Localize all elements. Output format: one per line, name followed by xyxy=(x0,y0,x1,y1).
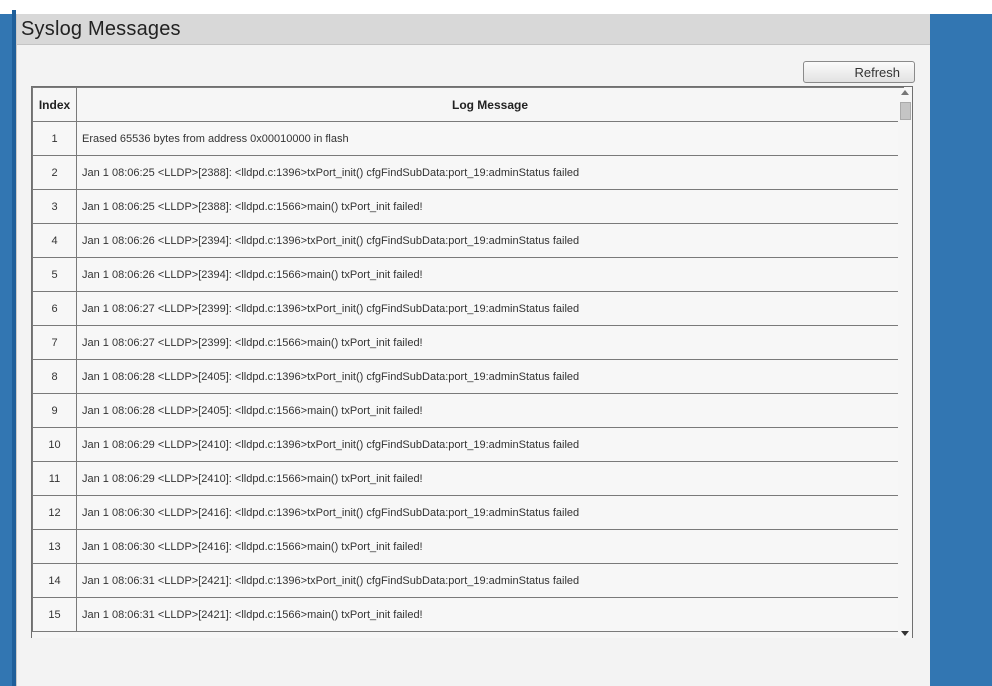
table-scrollbar[interactable] xyxy=(898,88,912,638)
row-message: Jan 1 08:06:31 <LLDP>[2421]: <lldpd.c:13… xyxy=(76,563,904,598)
table-row: 14 Jan 1 08:06:31 <LLDP>[2421]: <lldpd.c:… xyxy=(32,563,904,598)
row-message: Jan 1 08:06:30 <LLDP>[2416]: <lldpd.c:15… xyxy=(76,529,904,564)
row-message: Jan 1 08:06:27 <LLDP>[2399]: <lldpd.c:15… xyxy=(76,325,904,360)
row-index: 2 xyxy=(32,155,77,190)
syslog-panel: Syslog Messages Refresh Index Log Messag… xyxy=(16,14,930,686)
table-row: 7 Jan 1 08:06:27 <LLDP>[2399]: <lldpd.c:1… xyxy=(32,325,904,360)
row-index: 8 xyxy=(32,359,77,394)
row-index: 5 xyxy=(32,257,77,292)
column-header-log-message: Log Message xyxy=(76,87,904,122)
table-header-row: Index Log Message xyxy=(32,87,904,122)
row-index: 7 xyxy=(32,325,77,360)
row-message: Jan 1 08:06:28 <LLDP>[2405]: <lldpd.c:13… xyxy=(76,359,904,394)
row-message: Jan 1 08:06:31 <LLDP>[2421]: <lldpd.c:15… xyxy=(76,597,904,632)
syslog-table: Index Log Message 1 Erased 65536 bytes fr… xyxy=(32,87,904,632)
scroll-thumb[interactable] xyxy=(900,102,911,120)
page-title: Syslog Messages xyxy=(21,17,181,40)
table-row: 4 Jan 1 08:06:26 <LLDP>[2394]: <lldpd.c:1… xyxy=(32,223,904,258)
refresh-button[interactable]: Refresh xyxy=(803,61,915,83)
table-row: 9 Jan 1 08:06:28 <LLDP>[2405]: <lldpd.c:1… xyxy=(32,393,904,428)
table-row: 2 Jan 1 08:06:25 <LLDP>[2388]: <lldpd.c:1… xyxy=(32,155,904,190)
row-message: Jan 1 08:06:29 <LLDP>[2410]: <lldpd.c:13… xyxy=(76,427,904,462)
row-index: 11 xyxy=(32,461,77,496)
row-message: Jan 1 08:06:30 <LLDP>[2416]: <lldpd.c:13… xyxy=(76,495,904,530)
syslog-table-container: Index Log Message 1 Erased 65536 bytes fr… xyxy=(31,86,913,640)
table-row: 15 Jan 1 08:06:31 <LLDP>[2421]: <lldpd.c:… xyxy=(32,597,904,632)
row-index: 14 xyxy=(32,563,77,598)
row-index: 1 xyxy=(32,121,77,156)
table-row: 5 Jan 1 08:06:26 <LLDP>[2394]: <lldpd.c:1… xyxy=(32,257,904,292)
row-message: Jan 1 08:06:29 <LLDP>[2410]: <lldpd.c:15… xyxy=(76,461,904,496)
table-row: 3 Jan 1 08:06:25 <LLDP>[2388]: <lldpd.c:1… xyxy=(32,189,904,224)
row-index: 12 xyxy=(32,495,77,530)
row-index: 10 xyxy=(32,427,77,462)
row-message: Jan 1 08:06:27 <LLDP>[2399]: <lldpd.c:13… xyxy=(76,291,904,326)
table-row: 10 Jan 1 08:06:29 <LLDP>[2410]: <lldpd.c:… xyxy=(32,427,904,462)
row-index: 4 xyxy=(32,223,77,258)
row-index: 6 xyxy=(32,291,77,326)
table-row: 6 Jan 1 08:06:27 <LLDP>[2399]: <lldpd.c:1… xyxy=(32,291,904,326)
table-row: 1 Erased 65536 bytes from address 0x00010… xyxy=(32,121,904,156)
panel-footer-area xyxy=(17,638,930,686)
row-message: Jan 1 08:06:26 <LLDP>[2394]: <lldpd.c:13… xyxy=(76,223,904,258)
row-index: 3 xyxy=(32,189,77,224)
scroll-up-arrow-icon[interactable] xyxy=(901,90,909,95)
column-header-index: Index xyxy=(32,87,77,122)
row-message: Jan 1 08:06:25 <LLDP>[2388]: <lldpd.c:13… xyxy=(76,155,904,190)
row-index: 15 xyxy=(32,597,77,632)
row-message: Jan 1 08:06:25 <LLDP>[2388]: <lldpd.c:15… xyxy=(76,189,904,224)
table-row: 12 Jan 1 08:06:30 <LLDP>[2416]: <lldpd.c:… xyxy=(32,495,904,530)
table-row: 11 Jan 1 08:06:29 <LLDP>[2410]: <lldpd.c:… xyxy=(32,461,904,496)
panel-header: Syslog Messages xyxy=(17,14,930,45)
top-strip xyxy=(0,0,992,14)
row-message: Erased 65536 bytes from address 0x000100… xyxy=(76,121,904,156)
scroll-down-arrow-icon[interactable] xyxy=(901,631,909,636)
row-index: 13 xyxy=(32,529,77,564)
row-index: 9 xyxy=(32,393,77,428)
table-body: 1 Erased 65536 bytes from address 0x00010… xyxy=(32,121,904,632)
row-message: Jan 1 08:06:28 <LLDP>[2405]: <lldpd.c:15… xyxy=(76,393,904,428)
row-message: Jan 1 08:06:26 <LLDP>[2394]: <lldpd.c:15… xyxy=(76,257,904,292)
table-row: 8 Jan 1 08:06:28 <LLDP>[2405]: <lldpd.c:1… xyxy=(32,359,904,394)
table-row: 13 Jan 1 08:06:30 <LLDP>[2416]: <lldpd.c:… xyxy=(32,529,904,564)
